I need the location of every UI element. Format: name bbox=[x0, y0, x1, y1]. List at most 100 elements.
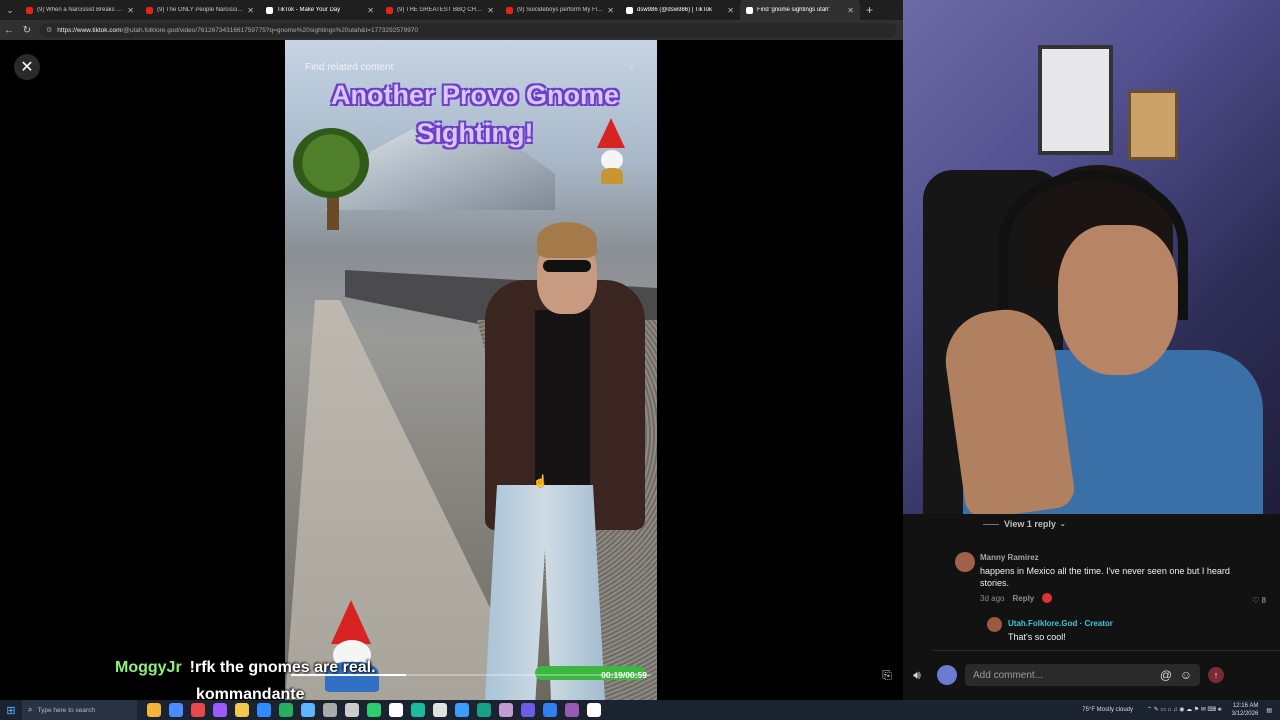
comment-text: That's so cool! bbox=[1008, 632, 1066, 642]
view-replies-button[interactable]: View 1 reply ⌄ bbox=[983, 519, 1066, 529]
clock-date: 3/12/2026 bbox=[1231, 711, 1259, 717]
avatar[interactable] bbox=[955, 552, 975, 572]
hand-cursor-icon: ☝ bbox=[533, 474, 548, 488]
tiktok-icon bbox=[626, 6, 633, 14]
back-icon[interactable]: ← bbox=[0, 25, 18, 36]
taskbar-app-icon[interactable] bbox=[411, 703, 425, 717]
tiktok-icon bbox=[266, 6, 273, 14]
taskbar-app-icon[interactable] bbox=[433, 703, 447, 717]
taskbar-app-icon[interactable] bbox=[367, 703, 381, 717]
browser-tab[interactable]: (9) When a Narcissist Breaks the ✕ bbox=[20, 0, 140, 20]
tab-title: (9) The ONLY People Narcissists bbox=[157, 7, 244, 13]
taskbar-app-icon[interactable] bbox=[543, 703, 557, 717]
search-icon: ⌕ bbox=[28, 705, 33, 714]
screen: ⌄ (9) When a Narcissist Breaks the ✕ (9)… bbox=[0, 0, 1280, 720]
tiktok-icon bbox=[746, 6, 753, 14]
browser-tab[interactable]: (9) The ONLY People Narcissists ✕ bbox=[140, 0, 260, 20]
tab-search-icon[interactable]: ⌄ bbox=[0, 0, 20, 20]
clock-time: 12:16 AM bbox=[1232, 703, 1259, 709]
creator-liked-badge bbox=[1042, 593, 1053, 603]
heart-icon: ♡ bbox=[1252, 596, 1260, 605]
like-button[interactable]: ♡ 8 bbox=[1252, 596, 1266, 605]
taskbar-app-icon[interactable] bbox=[587, 703, 601, 717]
gnome-sticker bbox=[331, 600, 371, 644]
reload-icon[interactable]: ↻ bbox=[18, 25, 36, 36]
comment-bar: ⎘ 🔊︎ @ ☺ ↑ bbox=[882, 660, 1280, 690]
reply-button[interactable]: Reply bbox=[1012, 594, 1034, 603]
video-headline: Another Provo Gnome Sighting! bbox=[305, 76, 645, 152]
browser-tab[interactable]: TikTok - Make Your Day ✕ bbox=[260, 0, 380, 20]
chat-username: MoggyJr bbox=[115, 659, 182, 676]
webcam-background bbox=[1038, 45, 1113, 155]
taskbar-app-icon[interactable] bbox=[301, 703, 315, 717]
taskbar-app-icon[interactable] bbox=[565, 703, 579, 717]
gnome-sticker bbox=[601, 168, 623, 184]
taskbar-app-icon[interactable] bbox=[213, 703, 227, 717]
view-replies-label: View 1 reply bbox=[1004, 519, 1056, 529]
volume-icon[interactable]: 🔊︎ bbox=[907, 665, 927, 685]
video-player[interactable]: Find related content ⌕ Another Provo Gno… bbox=[285, 40, 657, 700]
tab-title: TikTok - Make Your Day bbox=[277, 7, 341, 13]
youtube-icon bbox=[506, 6, 513, 14]
taskbar-app-icon[interactable] bbox=[323, 703, 337, 717]
taskbar-app-icon[interactable] bbox=[147, 703, 161, 717]
taskbar-app-icon[interactable] bbox=[257, 703, 271, 717]
post-comment-button[interactable]: ↑ bbox=[1208, 667, 1224, 683]
url-host: https://www.tiktok.com bbox=[57, 26, 122, 34]
taskbar-search[interactable]: ⌕ Type here to search bbox=[22, 700, 137, 720]
comment-meta: 3d ago Reply bbox=[980, 593, 1280, 603]
taskbar-app-icon[interactable] bbox=[279, 703, 293, 717]
youtube-icon bbox=[26, 6, 33, 14]
browser-tab[interactable]: (9) Suicideboys perform My Flaw ✕ bbox=[500, 0, 620, 20]
taskbar-clock[interactable]: 12:16 AM 3/12/2026 bbox=[1232, 702, 1259, 718]
new-tab-icon[interactable]: + bbox=[866, 3, 873, 17]
weather-widget[interactable]: 75°F Mostly cloudy bbox=[1082, 707, 1133, 713]
taskbar-app-icon[interactable] bbox=[345, 703, 359, 717]
mention-icon[interactable]: @ bbox=[1156, 665, 1176, 685]
comment-author[interactable]: Utah.Folklore.God · Creator bbox=[1008, 619, 1280, 628]
youtube-icon bbox=[386, 6, 393, 14]
browser-tab[interactable]: dsw986 (@dsw986) | TikTok ✕ bbox=[620, 0, 740, 20]
taskbar-app-icon[interactable] bbox=[389, 703, 403, 717]
notification-icon[interactable]: ▤ bbox=[1266, 707, 1272, 714]
url-field[interactable]: ⚙ https://www.tiktok.com/@utah.folklore.… bbox=[40, 22, 897, 38]
avatar[interactable] bbox=[937, 665, 957, 685]
close-tab-icon[interactable]: ✕ bbox=[727, 6, 734, 15]
site-info-icon[interactable]: ⚙ bbox=[46, 26, 52, 34]
tab-title: (9) THE GREATEST BBQ CHALLEN bbox=[397, 7, 484, 13]
tiktok-video-page: ✕ Find related content ⌕ Another Provo G… bbox=[0, 40, 903, 700]
close-tab-icon[interactable]: ✕ bbox=[367, 6, 374, 15]
close-tab-icon[interactable]: ✕ bbox=[487, 6, 494, 15]
streamer-webcam bbox=[903, 0, 1280, 514]
search-icon[interactable]: ⌕ bbox=[629, 61, 635, 74]
headline-line: Another Provo Gnome bbox=[330, 80, 620, 110]
taskbar-search-placeholder: Type here to search bbox=[37, 706, 95, 714]
taskbar-app-icon[interactable] bbox=[235, 703, 249, 717]
tab-title: Find 'gnome sightings utah' bbox=[757, 7, 830, 13]
headset bbox=[998, 170, 1188, 320]
taskbar-app-icon[interactable] bbox=[499, 703, 513, 717]
comment-author[interactable]: Manny Ramirez bbox=[980, 553, 1280, 562]
avatar[interactable] bbox=[987, 617, 1002, 632]
close-tab-icon[interactable]: ✕ bbox=[127, 6, 134, 15]
browser-address-bar: ← ↻ ⚙ https://www.tiktok.com/@utah.folkl… bbox=[0, 20, 903, 40]
close-tab-icon[interactable]: ✕ bbox=[847, 6, 854, 15]
tray-icons[interactable]: ⌃ ✎ ▭ ⌂ ♫ ◉ ☁ ⚑ ✉ ⌨ 🔊︎ bbox=[1147, 706, 1222, 714]
browser-tab[interactable]: (9) THE GREATEST BBQ CHALLEN ✕ bbox=[380, 0, 500, 20]
browser-tab-active[interactable]: Find 'gnome sightings utah' ✕ bbox=[740, 0, 860, 20]
find-related-placeholder: Find related content bbox=[305, 61, 394, 73]
taskbar-app-icon[interactable] bbox=[191, 703, 205, 717]
close-tab-icon[interactable]: ✕ bbox=[247, 6, 254, 15]
taskbar-app-icon[interactable] bbox=[477, 703, 491, 717]
comment-text: happens in Mexico all the time. I've nev… bbox=[980, 566, 1230, 588]
taskbar-app-icon[interactable] bbox=[521, 703, 535, 717]
close-video-button[interactable]: ✕ bbox=[14, 54, 40, 80]
close-tab-icon[interactable]: ✕ bbox=[607, 6, 614, 15]
taskbar-app-icon[interactable] bbox=[169, 703, 183, 717]
find-related-search[interactable]: Find related content ⌕ bbox=[295, 56, 645, 78]
windows-start-icon[interactable]: ⊞ bbox=[0, 704, 22, 717]
divider bbox=[933, 650, 1280, 651]
clip-icon[interactable]: ⎘ bbox=[877, 665, 897, 685]
emoji-icon[interactable]: ☺ bbox=[1176, 665, 1196, 685]
taskbar-app-icon[interactable] bbox=[455, 703, 469, 717]
